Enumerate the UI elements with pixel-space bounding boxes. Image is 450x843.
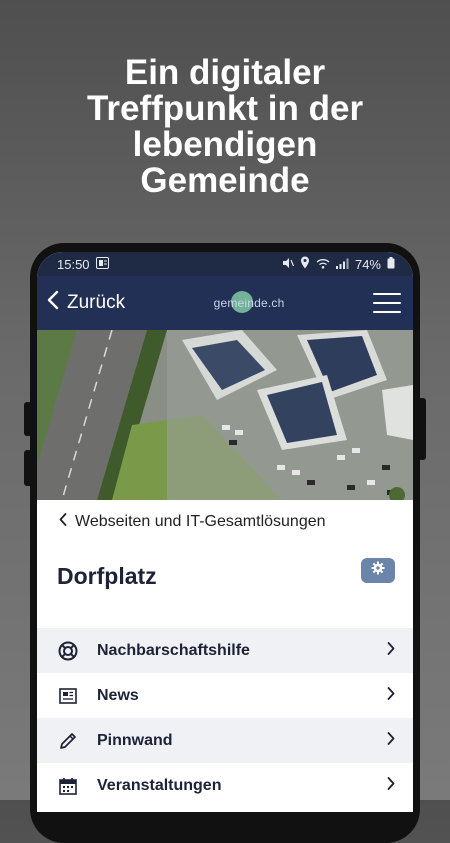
phone-side-button-left-2	[24, 450, 32, 486]
settings-button[interactable]	[361, 558, 395, 583]
pencil-icon	[57, 730, 79, 752]
location-icon	[300, 256, 310, 272]
app-bar: Zurück gemeinde.ch	[37, 276, 413, 330]
title-row: Dorfplatz	[37, 531, 413, 611]
list-item-news[interactable]: News	[37, 673, 413, 718]
calendar-icon	[57, 775, 79, 797]
hamburger-menu-button[interactable]	[373, 293, 401, 313]
headline-line-3: lebendigen	[132, 125, 318, 164]
logo-text: gemeinde.ch	[213, 296, 285, 310]
gemeinde-logo: gemeinde.ch	[213, 291, 285, 313]
menu-bar-line	[373, 311, 401, 313]
newspaper-icon	[57, 685, 79, 707]
chevron-left-icon	[59, 513, 67, 531]
headline-line-4: Gemeinde	[140, 161, 310, 200]
battery-percentage: 74%	[354, 256, 381, 272]
list-item-veranstaltungen[interactable]: Veranstaltungen	[37, 763, 413, 808]
chevron-left-icon	[47, 290, 59, 316]
status-bar: 15:50 74%	[37, 252, 413, 276]
battery-icon	[387, 256, 395, 272]
notification-icon	[95, 256, 109, 272]
list-item-label: Pinnwand	[97, 731, 173, 749]
menu-bar-line	[373, 293, 401, 295]
menu-list: Nachbarschaftshilfe News Pinnwand Verans…	[37, 628, 413, 808]
lifebuoy-icon	[57, 640, 79, 662]
back-button[interactable]: Zurück	[47, 290, 125, 316]
list-item-label: Nachbarschaftshilfe	[97, 641, 250, 659]
phone-side-button-left-1	[24, 402, 32, 436]
breadcrumb-label: Webseiten und IT-Gesamtlösungen	[75, 513, 326, 530]
phone-screen: 15:50 74% Zurück gemeinde.ch Webseiten u…	[37, 252, 413, 812]
back-label: Zurück	[67, 292, 126, 313]
gear-icon	[371, 561, 385, 580]
list-item-nachbarschaftshilfe[interactable]: Nachbarschaftshilfe	[37, 628, 413, 673]
wifi-icon	[316, 257, 330, 272]
signal-icon	[335, 257, 349, 272]
list-item-label: News	[97, 686, 139, 704]
chevron-right-icon	[387, 731, 395, 750]
list-item-pinnwand[interactable]: Pinnwand	[37, 718, 413, 763]
promo-headline: Ein digitaler Treffpunkt in der lebendig…	[0, 55, 450, 199]
phone-side-button-right	[418, 398, 426, 460]
chevron-right-icon	[387, 686, 395, 705]
hero-aerial-image	[37, 330, 413, 500]
mute-icon	[282, 257, 295, 272]
menu-bar-line	[373, 302, 401, 304]
page-title: Dorfplatz	[57, 563, 157, 589]
headline-line-1: Ein digitaler	[124, 53, 326, 92]
headline-line-2: Treffpunkt in der	[86, 89, 364, 128]
chevron-right-icon	[387, 776, 395, 795]
list-item-label: Veranstaltungen	[97, 776, 222, 794]
chevron-right-icon	[387, 641, 395, 660]
status-time: 15:50	[57, 256, 90, 272]
breadcrumb[interactable]: Webseiten und IT-Gesamtlösungen	[37, 500, 413, 531]
